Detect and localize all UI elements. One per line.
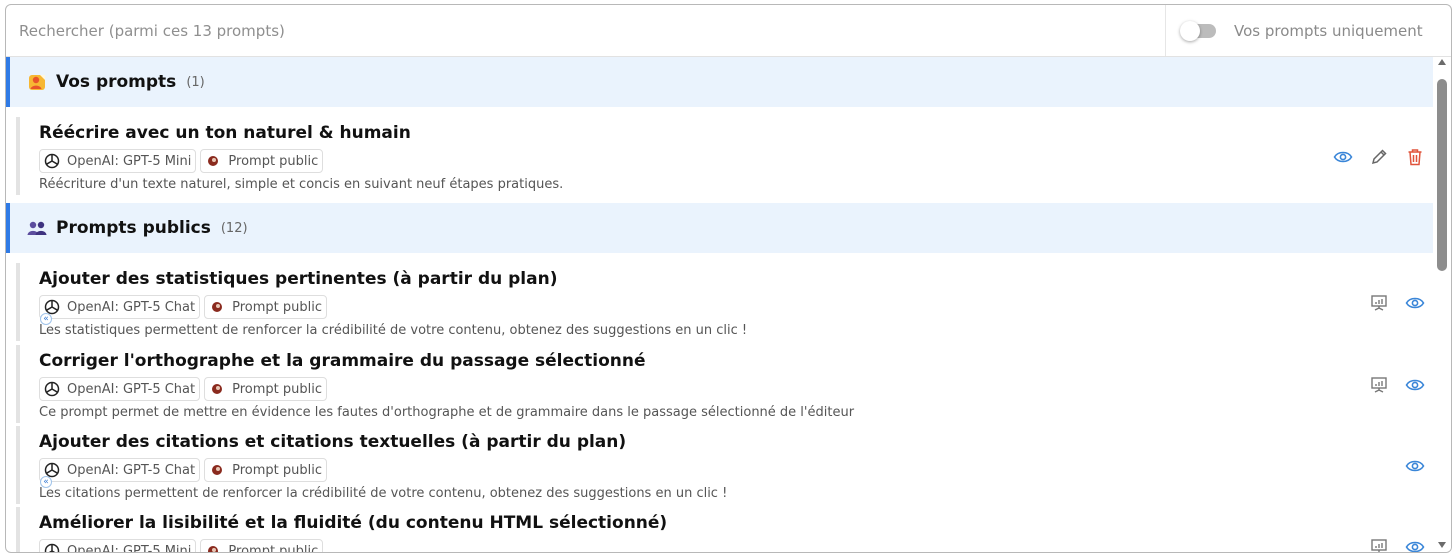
prompt-description: Réécriture d'un texte naturel, simple et… [39,177,564,192]
prompt-tags: OpenAI: GPT-5 Mini Prompt public [39,539,327,552]
openai-icon [42,379,62,399]
prompt-picker-panel: Vos prompts uniquement Vos prompts (1) R… [5,4,1452,553]
prompt-description: Les citations permettent de renforcer la… [39,486,728,501]
eye-marble-icon [207,460,227,480]
prompt-item[interactable]: Corriger l'orthographe et la grammaire d… [16,345,1433,423]
visibility-tag: Prompt public [204,377,327,401]
prompt-title[interactable]: Ajouter des statistiques pertinentes (à … [39,269,557,289]
eye-icon[interactable] [1397,291,1433,315]
eye-icon[interactable] [1397,373,1433,397]
pencil-icon[interactable] [1361,145,1397,169]
prompt-tags: OpenAI: GPT-5 Chat Prompt public [39,458,331,482]
model-tag: OpenAI: GPT-5 Mini [39,149,197,173]
eye-marble-icon [207,297,227,317]
own-prompts-toggle[interactable] [1180,20,1216,41]
model-tag: OpenAI: GPT-5 Chat [39,377,201,401]
visibility-tag-label: Prompt public [232,299,322,315]
section-count: (1) [186,74,205,90]
presentation-chart-icon[interactable] [1361,535,1397,552]
prompt-tags: OpenAI: GPT-5 Mini Prompt public [39,149,327,173]
eye-icon[interactable] [1397,454,1433,478]
prompt-actions [1361,454,1433,478]
visibility-tag-label: Prompt public [232,462,322,478]
model-tag-label: OpenAI: GPT-5 Chat [67,299,196,315]
section-header-vos-prompts: Vos prompts (1) [6,57,1433,107]
eye-marble-icon [207,379,227,399]
openai-icon [42,151,62,171]
model-tag-label: OpenAI: GPT-5 Mini [67,153,192,169]
presentation-chart-icon[interactable] [1361,373,1397,397]
eye-marble-icon [203,541,223,552]
visibility-tag: Prompt public [200,149,324,173]
search-bar: Vos prompts uniquement [6,5,1451,57]
section-title: Prompts publics [56,218,211,238]
prompt-actions [1361,373,1433,397]
eye-icon[interactable] [1325,145,1361,169]
prompt-title[interactable]: Améliorer la lisibilité et la fluidité (… [39,513,667,533]
prompt-actions [1361,291,1433,315]
visibility-tag-label: Prompt public [228,153,319,169]
visibility-tag: Prompt public [204,458,327,482]
prompt-title[interactable]: Ajouter des citations et citations textu… [39,432,626,452]
eye-icon[interactable] [1397,535,1433,552]
search-input[interactable] [6,5,1165,56]
model-tag: OpenAI: GPT-5 Mini [39,539,197,553]
section-header-prompts-publics: Prompts publics (12) [6,203,1433,253]
prompt-description: Les statistiques permettent de renforcer… [39,323,748,338]
scroll-down-arrow-icon[interactable] [1438,542,1446,548]
visibility-tag-label: Prompt public [232,381,322,397]
vertical-scrollbar[interactable] [1433,57,1451,552]
prompt-title[interactable]: Réécrire avec un ton naturel & humain [39,123,411,143]
model-tag-label: OpenAI: GPT-5 Chat [67,462,196,478]
own-prompts-toggle-label[interactable]: Vos prompts uniquement [1234,22,1423,40]
scroll-up-arrow-icon[interactable] [1438,59,1446,65]
model-tag: OpenAI: GPT-5 Chat [39,295,201,319]
prompt-tags: OpenAI: GPT-5 Chat Prompt public [39,295,331,319]
eye-marble-icon [203,151,223,171]
model-tag: OpenAI: GPT-5 Chat [39,458,201,482]
prompt-item[interactable]: Ajouter des citations et citations textu… [16,426,1433,504]
trash-icon[interactable] [1397,145,1433,169]
user-sticker-icon [26,71,48,93]
model-tag-label: OpenAI: GPT-5 Chat [67,381,196,397]
prompt-item[interactable]: Ajouter des statistiques pertinentes (à … [16,263,1433,341]
prompt-list[interactable]: Vos prompts (1) Réécrire avec un ton nat… [6,57,1433,552]
users-icon [26,217,48,239]
prompt-actions [1361,535,1433,552]
section-count: (12) [220,220,248,236]
prompt-title[interactable]: Corriger l'orthographe et la grammaire d… [39,351,645,371]
visibility-tag: Prompt public [200,539,324,553]
prompt-tags: OpenAI: GPT-5 Chat Prompt public [39,377,331,401]
prompt-actions [1325,145,1433,169]
prompt-item[interactable]: Réécrire avec un ton naturel & humain Op… [16,117,1433,195]
section-title: Vos prompts [56,72,177,92]
scrollbar-thumb[interactable] [1437,79,1447,271]
visibility-tag-label: Prompt public [228,543,319,553]
visibility-tag: Prompt public [204,295,327,319]
model-tag-label: OpenAI: GPT-5 Mini [67,543,192,553]
presentation-chart-icon[interactable] [1361,291,1397,315]
own-prompts-filter[interactable]: Vos prompts uniquement [1165,5,1451,56]
prompt-description: Ce prompt permet de mettre en évidence l… [39,405,855,420]
openai-icon [42,541,62,552]
toggle-knob [1180,20,1200,41]
prompt-item[interactable]: Améliorer la lisibilité et la fluidité (… [16,507,1433,552]
